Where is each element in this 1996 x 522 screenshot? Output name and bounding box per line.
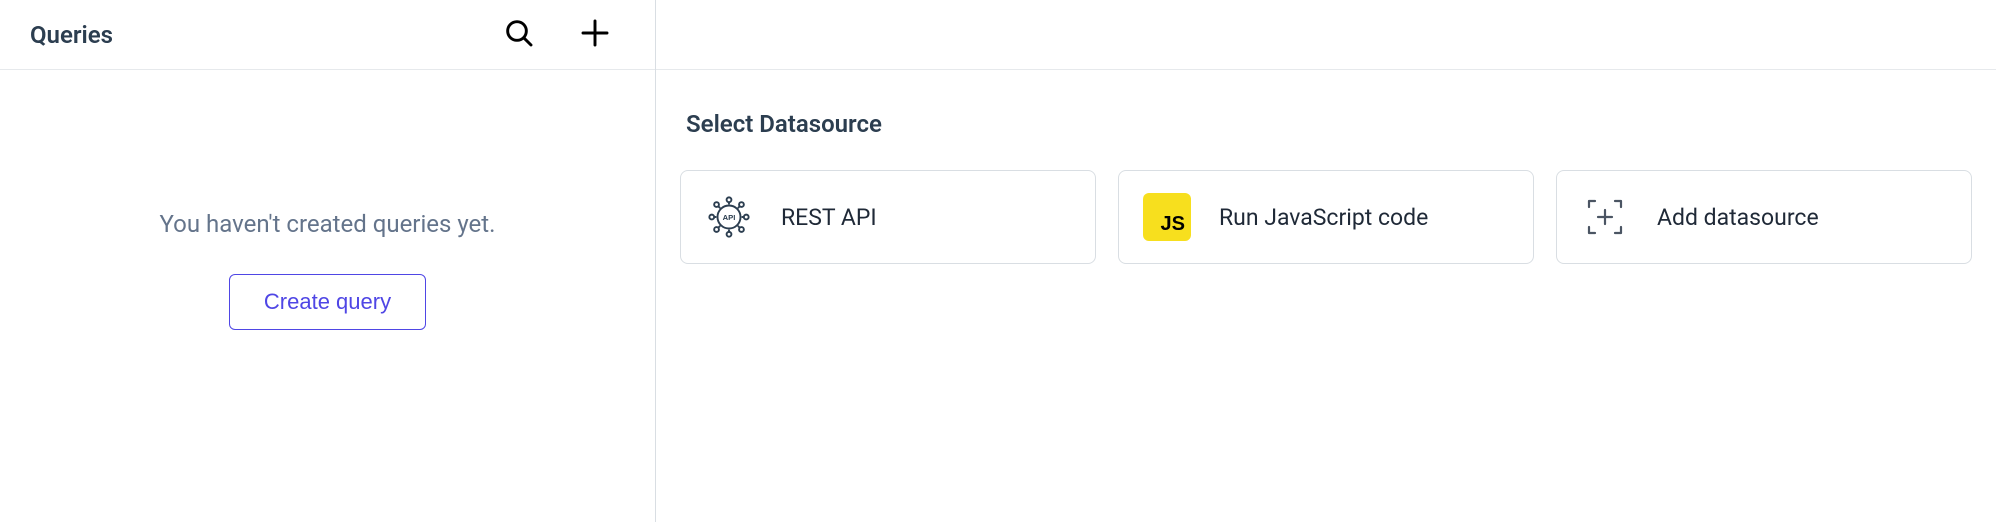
plus-icon: [579, 17, 611, 52]
datasource-card-add[interactable]: Add datasource: [1556, 170, 1972, 264]
datasource-panel: Select Datasource: [656, 0, 1996, 522]
create-query-button[interactable]: Create query: [229, 274, 426, 330]
datasource-cards: API REST API JS Run JavaScript code: [680, 170, 1972, 264]
queries-header: Queries: [0, 0, 655, 70]
queries-empty-state: You haven't created queries yet. Create …: [0, 70, 655, 522]
card-label: Run JavaScript code: [1219, 204, 1428, 231]
javascript-icon: JS: [1143, 193, 1191, 241]
right-header-spacer: [656, 0, 1996, 70]
datasource-card-javascript[interactable]: JS Run JavaScript code: [1118, 170, 1534, 264]
rest-api-icon: API: [705, 193, 753, 241]
datasource-card-rest-api[interactable]: API REST API: [680, 170, 1096, 264]
empty-state-text: You haven't created queries yet.: [160, 210, 496, 238]
search-button[interactable]: [499, 13, 539, 56]
add-datasource-icon: [1581, 193, 1629, 241]
card-label: REST API: [781, 204, 877, 231]
queries-title: Queries: [30, 21, 113, 49]
queries-panel: Queries: [0, 0, 656, 522]
add-button[interactable]: [575, 13, 615, 56]
select-datasource-title: Select Datasource: [686, 110, 1972, 138]
search-icon: [503, 17, 535, 52]
card-label: Add datasource: [1657, 204, 1819, 231]
svg-text:API: API: [723, 213, 736, 222]
queries-header-actions: [499, 13, 615, 56]
